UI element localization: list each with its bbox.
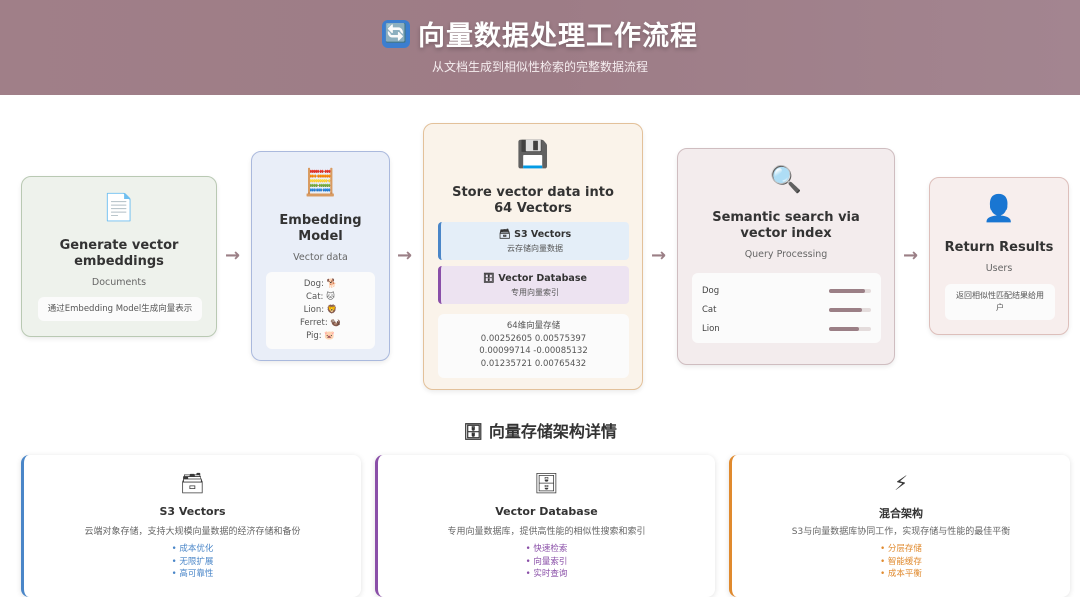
- detail-description: 云端对象存储，支持大规模向量数据的经济存储和备份: [84, 527, 301, 537]
- flow-arrow-4: →: [903, 245, 919, 266]
- s3-vectors-title: 🗃 S3 Vectors: [498, 229, 572, 240]
- step-results-subtitle: Users: [985, 263, 1013, 274]
- feature-item: • 成本平衡: [880, 569, 922, 579]
- flow-arrow-3: →: [651, 245, 667, 266]
- similarity-bar-fill: [829, 307, 862, 312]
- abacus-icon: 🧮: [304, 168, 337, 198]
- s3-vectors-box: 🗃 S3 Vectors 云存储向量数据: [438, 222, 629, 260]
- step-generate-card: 📄 Generate vector embeddings Documents 通…: [21, 176, 217, 337]
- step-results-note: 返回相似性匹配结果给用户: [945, 284, 1055, 320]
- similarity-row: Lion: [702, 319, 871, 338]
- vector-values-row: 0.01235721 0.00765432: [480, 358, 587, 369]
- embedding-vector-list: Dog: 🐕 Cat: 🐱 Lion: 🦁 Ferret: 🦦 Pig: 🐷: [266, 272, 375, 349]
- vector-values-row: 0.00252605 0.00575397: [480, 333, 587, 344]
- step-results-title: Return Results: [944, 240, 1054, 255]
- similarity-label: Dog: [702, 285, 720, 296]
- similarity-bar-track: [829, 326, 871, 331]
- vector-values-box: 64维向量存储 0.00252605 0.00575397 0.00099714…: [438, 314, 629, 378]
- feature-item: • 分层存储: [880, 544, 922, 554]
- detail-description: S3与向量数据库协同工作，实现存储与性能的最佳平衡: [791, 527, 1011, 537]
- s3-vectors-sub: 云存储向量数据: [507, 244, 563, 253]
- magnifier-icon: 🔍: [769, 165, 803, 195]
- step-search-card: 🔍 Semantic search via vector index Query…: [677, 148, 895, 365]
- embedding-item: Cat: 🐱: [306, 292, 335, 302]
- similarity-bar-fill: [829, 326, 860, 331]
- page-subtitle: 从文档生成到相似性检索的完整数据流程: [431, 60, 648, 74]
- flow-arrow-2: →: [397, 245, 413, 266]
- similarity-label: Lion: [702, 323, 720, 334]
- detail-card-vector-db: 🗄 Vector Database 专用向量数据库，提供高性能的相似性搜索和索引…: [375, 455, 715, 597]
- feature-item: • 高可靠性: [171, 569, 214, 579]
- detail-title: S3 Vectors: [159, 505, 226, 518]
- feature-item: • 向量索引: [525, 556, 568, 567]
- lightning-icon: ⚡: [893, 471, 909, 495]
- step-generate-title: Generate vector embeddings: [59, 238, 179, 269]
- header-banner: 🔄 向量数据处理工作流程 从文档生成到相似性检索的完整数据流程: [0, 0, 1080, 95]
- similarity-bar-track: [829, 288, 871, 293]
- detail-title: 混合架构: [879, 507, 923, 520]
- step-store-card: 💾 Store vector data into 64 Vectors 🗃 S3…: [423, 123, 643, 390]
- embedding-item: Pig: 🐷: [306, 331, 335, 341]
- title-row: 🔄 向量数据处理工作流程: [0, 14, 1080, 53]
- vector-database-sub: 专用向量索引: [511, 288, 559, 297]
- detail-features: • 快速检索 • 向量索引 • 实时查询: [378, 543, 715, 581]
- step-embedding-subtitle: Vector data: [293, 252, 348, 263]
- step-search-subtitle: Query Processing: [744, 249, 828, 260]
- user-icon: 👤: [982, 194, 1016, 224]
- document-icon: 📄: [102, 193, 136, 223]
- refresh-icon: 🔄: [382, 19, 410, 48]
- embedding-item: Lion: 🦁: [303, 305, 338, 315]
- step-search-title: Semantic search via vector index: [712, 210, 860, 241]
- card-file-box-icon: 🗃: [179, 471, 206, 495]
- flow-arrow-1: →: [225, 245, 241, 266]
- vector-database-box: 🗄 Vector Database 专用向量索引: [438, 266, 629, 304]
- similarity-bar-track: [829, 307, 871, 312]
- feature-item: • 无限扩展: [171, 556, 214, 567]
- detail-card-hybrid: ⚡ 混合架构 S3与向量数据库协同工作，实现存储与性能的最佳平衡 • 分层存储 …: [729, 455, 1070, 597]
- page-title: 向量数据处理工作流程: [418, 21, 698, 52]
- vector-values-title: 64维向量存储: [506, 321, 561, 331]
- detail-description: 专用向量数据库，提供高性能的相似性搜索和索引: [447, 527, 646, 537]
- embedding-item: Ferret: 🦦: [299, 318, 342, 328]
- feature-item: • 实时查询: [525, 569, 568, 579]
- detail-title: Vector Database: [495, 505, 598, 518]
- vector-database-title: 🗄 Vector Database: [483, 273, 587, 284]
- similarity-label: Cat: [702, 304, 717, 315]
- vector-values-row: 0.00099714 -0.00085132: [479, 346, 588, 356]
- feature-item: • 成本优化: [171, 544, 214, 554]
- detail-features: • 成本优化 • 无限扩展 • 高可靠性: [24, 543, 361, 581]
- feature-item: • 智能缓存: [880, 556, 922, 567]
- embedding-item: Dog: 🐕: [303, 279, 338, 289]
- step-results-card: 👤 Return Results Users 返回相似性匹配结果给用户: [929, 177, 1069, 335]
- step-generate-subtitle: Documents: [91, 277, 147, 288]
- step-generate-note: 通过Embedding Model生成向量表示: [38, 297, 202, 321]
- step-store-title: Store vector data into 64 Vectors: [452, 185, 614, 216]
- floppy-disk-icon: 💾: [516, 140, 550, 170]
- step-embedding-title: Embedding Model: [279, 213, 362, 244]
- similarity-row: Dog: [702, 281, 871, 300]
- file-cabinet-icon: 🗄: [533, 471, 560, 495]
- similarity-row: Cat: [702, 300, 871, 319]
- step-embedding-card: 🧮 Embedding Model Vector data Dog: 🐕 Cat…: [251, 151, 390, 361]
- feature-item: • 快速检索: [525, 544, 568, 554]
- similarity-bar-fill: [829, 288, 865, 293]
- search-similarity-list: Dog Cat Lion: [692, 273, 881, 343]
- storage-section-title: 🗄 向量存储架构详情: [463, 422, 617, 441]
- detail-features: • 分层存储 • 智能缓存 • 成本平衡: [732, 543, 1070, 581]
- detail-card-s3: 🗃 S3 Vectors 云端对象存储，支持大规模向量数据的经济存储和备份 • …: [21, 455, 361, 597]
